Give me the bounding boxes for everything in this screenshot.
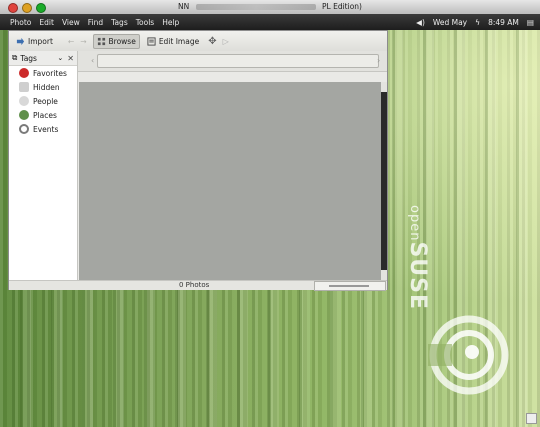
zoom-slider[interactable] — [314, 281, 386, 291]
sidebar-item-events[interactable]: Events — [9, 122, 77, 136]
menu-help[interactable]: Help — [162, 18, 179, 27]
window-title-start: NN — [178, 2, 190, 11]
window-titlebar: NN PL Edition) — [0, 0, 540, 15]
window-controls — [8, 3, 50, 13]
sidebar-item-hidden[interactable]: Hidden — [9, 80, 77, 94]
chevron-down-icon[interactable]: ⌄ — [57, 54, 63, 62]
menu-tags[interactable]: Tags — [111, 18, 128, 27]
minimize-window-button[interactable] — [22, 3, 32, 13]
hidden-icon — [19, 82, 29, 92]
menu-view[interactable]: View — [62, 18, 80, 27]
panel-tray: ◀) Wed May ϟ 8:49 AM ▤ — [408, 18, 534, 27]
sidebar-item-label: Events — [33, 124, 59, 134]
globe-icon — [19, 110, 29, 120]
panel-time[interactable]: 8:49 AM — [488, 18, 519, 27]
menu-photo[interactable]: Photo — [10, 18, 31, 27]
menu-bar: Photo Edit View Find Tags Tools Help — [10, 18, 187, 27]
import-icon — [16, 37, 25, 45]
sidebar-item-places[interactable]: Places — [9, 108, 77, 122]
resize-grip-icon[interactable] — [526, 413, 537, 424]
forward-arrow-icon[interactable]: → — [80, 37, 86, 46]
timeline-track[interactable] — [97, 54, 379, 68]
edit-image-button[interactable]: Edit Image — [144, 35, 202, 48]
opensuse-logo-icon — [428, 315, 509, 395]
sidebar-item-favorites[interactable]: Favorites — [9, 66, 77, 80]
sidebar-item-label: People — [33, 96, 58, 106]
edit-image-icon — [147, 36, 156, 46]
scrollbar-thumb[interactable] — [381, 92, 387, 270]
bolt-icon[interactable]: ϟ — [475, 18, 480, 27]
heart-icon — [19, 68, 29, 78]
shotwell-window: Import ← → Browse Edit Image ✥ ▷ ‹ › ⧉ T… — [8, 30, 388, 291]
window-title-end: PL Edition) — [322, 2, 362, 11]
maximize-window-button[interactable] — [36, 3, 46, 13]
timeline-right-arrow-icon[interactable]: › — [377, 56, 380, 65]
fullscreen-icon[interactable]: ✥ — [208, 36, 216, 47]
menu-edit[interactable]: Edit — [39, 18, 54, 27]
slideshow-icon[interactable]: ▷ — [223, 37, 229, 46]
browse-icon — [97, 37, 105, 45]
brand-open-text: open — [407, 205, 422, 242]
close-icon[interactable]: ✕ — [67, 54, 74, 63]
window-title-redacted — [195, 4, 316, 10]
main-toolbar: Import ← → Browse Edit Image ✥ ▷ — [9, 31, 387, 52]
sidebar-header-label: Tags — [20, 53, 37, 63]
back-arrow-icon[interactable]: ← — [68, 37, 74, 46]
sidebar-item-label: Hidden — [33, 82, 60, 92]
browse-button[interactable]: Browse — [92, 33, 140, 49]
photo-count: 0 Photos — [179, 281, 210, 289]
network-icon[interactable]: ▤ — [527, 18, 534, 27]
import-button[interactable]: Import — [13, 35, 56, 48]
tags-sidebar: ⧉ Tags ⌄ ✕ Favorites Hidden People Place… — [9, 51, 78, 281]
sidebar-item-label: Favorites — [33, 68, 67, 78]
people-icon — [19, 96, 29, 106]
vertical-scrollbar[interactable] — [381, 82, 387, 280]
brand-suse-text: SUSE — [405, 241, 430, 311]
zoom-track[interactable] — [329, 285, 369, 287]
sidebar-item-people[interactable]: People — [9, 94, 77, 108]
status-bar: 0 Photos — [9, 280, 387, 291]
opensuse-wordmark: openSUSE — [405, 205, 430, 310]
import-label: Import — [28, 36, 53, 46]
panel-date[interactable]: Wed May — [433, 18, 467, 27]
tag-icon: ⧉ — [12, 53, 18, 62]
photo-viewer[interactable] — [79, 82, 381, 280]
edit-image-label: Edit Image — [158, 36, 200, 46]
sidebar-item-label: Places — [33, 110, 57, 120]
volume-icon[interactable]: ◀) — [416, 18, 425, 27]
close-window-button[interactable] — [8, 3, 18, 13]
clock-icon — [19, 124, 29, 134]
menu-find[interactable]: Find — [88, 18, 103, 27]
timeline-left-arrow-icon[interactable]: ‹ — [91, 56, 94, 65]
top-panel: Photo Edit View Find Tags Tools Help ◀) … — [0, 14, 540, 30]
menu-tools[interactable]: Tools — [136, 18, 154, 27]
sidebar-header[interactable]: ⧉ Tags ⌄ ✕ — [9, 51, 77, 66]
browse-label: Browse — [108, 36, 136, 46]
